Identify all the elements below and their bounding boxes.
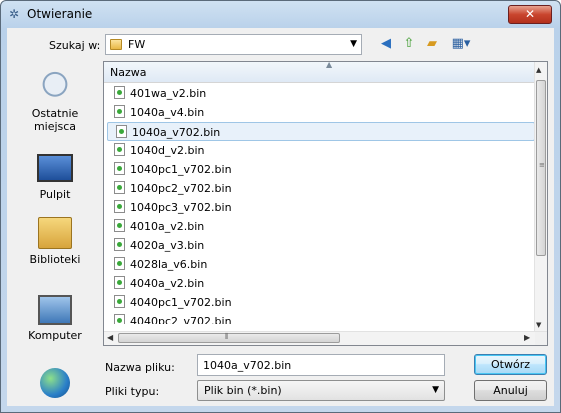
- computer-icon: [38, 295, 72, 325]
- open-button[interactable]: Otwórz: [474, 354, 547, 375]
- grip-icon: ⦀: [225, 332, 229, 341]
- dialog-title: Otwieranie: [27, 7, 93, 21]
- filetype-label: Pliki typu:: [105, 385, 160, 398]
- vertical-scrollbar[interactable]: ▲ ≡ ▼: [534, 62, 547, 332]
- file-name: 1040pc2_v702.bin: [130, 182, 232, 195]
- view-menu-icon[interactable]: ▦▾: [448, 35, 474, 53]
- place-libraries[interactable]: Biblioteki: [11, 217, 99, 266]
- file-row[interactable]: 4010a_v2.bin: [106, 217, 534, 235]
- bin-file-icon: [116, 125, 127, 138]
- place-label: Komputer: [28, 329, 82, 342]
- column-header-label: Nazwa: [110, 66, 147, 79]
- file-row[interactable]: 4040a_v2.bin: [106, 274, 534, 292]
- file-name: 4040pc2_v702.bin: [130, 315, 232, 324]
- look-in-combobox[interactable]: FW ▼: [105, 34, 362, 55]
- place-label: Biblioteki: [29, 253, 81, 266]
- place-desktop[interactable]: Pulpit: [11, 148, 99, 201]
- place-label: Ostatnie miejsca: [31, 107, 79, 133]
- new-folder-icon[interactable]: ▰: [423, 35, 441, 53]
- places-bar: Ostatnie miejsca Pulpit Biblioteki Kompu…: [11, 61, 99, 406]
- bin-file-icon: [114, 276, 125, 289]
- libraries-icon: [38, 217, 72, 249]
- file-name: 401wa_v2.bin: [130, 87, 207, 100]
- chevron-down-icon: ▼: [350, 39, 357, 49]
- file-name: 4028la_v6.bin: [130, 258, 208, 271]
- bin-file-icon: [114, 200, 125, 213]
- bin-file-icon: [114, 295, 125, 308]
- vertical-scroll-thumb[interactable]: ≡: [536, 80, 546, 256]
- file-row[interactable]: 4040pc1_v702.bin: [106, 293, 534, 311]
- grip-icon: ≡: [539, 161, 545, 169]
- file-row[interactable]: 1040a_v4.bin: [106, 103, 534, 121]
- bin-file-icon: [114, 86, 125, 99]
- file-name: 1040pc3_v702.bin: [130, 201, 232, 214]
- file-row[interactable]: 1040pc3_v702.bin: [106, 198, 534, 216]
- bin-file-icon: [114, 105, 125, 118]
- bin-file-icon: [114, 181, 125, 194]
- file-row[interactable]: 4040pc2_v702.bin: [106, 312, 534, 324]
- title-bar: ✲ Otwieranie ✕: [1, 1, 560, 28]
- chevron-down-icon: ▼: [432, 385, 439, 395]
- file-row[interactable]: 1040pc2_v702.bin: [106, 179, 534, 197]
- file-name: 1040pc1_v702.bin: [130, 163, 232, 176]
- bin-file-icon: [114, 162, 125, 175]
- file-row[interactable]: 401wa_v2.bin: [106, 84, 534, 102]
- file-rows: 401wa_v2.bin 1040a_v4.bin 1040a_v702.bin 10…: [106, 84, 534, 324]
- up-folder-icon[interactable]: ⇧: [400, 35, 418, 53]
- bin-file-icon: [114, 219, 125, 232]
- recent-places-icon: [38, 69, 72, 103]
- bin-file-icon: [114, 238, 125, 251]
- filename-input[interactable]: [197, 354, 445, 376]
- file-name: 1040a_v4.bin: [130, 106, 205, 119]
- network-icon: [40, 368, 70, 398]
- filename-label: Nazwa pliku:: [105, 361, 175, 374]
- file-row[interactable]: 1040a_v702.bin: [107, 122, 534, 141]
- filetype-select[interactable]: Plik bin (*.bin) ▼: [197, 380, 445, 401]
- horizontal-scrollbar[interactable]: ◀ ⦀ ▶: [104, 331, 547, 345]
- horizontal-scroll-thumb[interactable]: ⦀: [118, 332, 340, 343]
- place-network[interactable]: [11, 368, 99, 402]
- dialog-client: Szukaj w: FW ▼ ◀ ⇧ ▰ ▦▾ Ostatnie miejsca…: [7, 28, 554, 406]
- place-computer[interactable]: Komputer: [11, 291, 99, 342]
- open-dialog: ✲ Otwieranie ✕ Szukaj w: FW ▼ ◀ ⇧ ▰ ▦▾ O…: [0, 0, 561, 413]
- place-label: Pulpit: [39, 188, 71, 201]
- look-in-value: FW: [128, 38, 146, 51]
- column-header-name[interactable]: ▲ Nazwa: [104, 60, 536, 83]
- scroll-up-icon[interactable]: ▲: [536, 66, 541, 74]
- file-name: 1040d_v2.bin: [130, 144, 205, 157]
- file-name: 4040a_v2.bin: [130, 277, 205, 290]
- close-button[interactable]: ✕: [508, 5, 552, 24]
- file-row[interactable]: 1040d_v2.bin: [106, 141, 534, 159]
- sort-ascending-icon: ▲: [326, 60, 333, 69]
- file-row[interactable]: 4020a_v3.bin: [106, 236, 534, 254]
- bin-file-icon: [114, 314, 125, 324]
- file-list[interactable]: ▲ Nazwa 401wa_v2.bin 1040a_v4.bin 1040a_v7…: [103, 60, 548, 346]
- scroll-right-icon[interactable]: ▶: [524, 333, 530, 342]
- cancel-button[interactable]: Anuluj: [474, 380, 547, 401]
- file-row[interactable]: 4028la_v6.bin: [106, 255, 534, 273]
- back-icon[interactable]: ◀: [377, 35, 395, 53]
- close-icon: ✕: [524, 7, 536, 21]
- bin-file-icon: [114, 143, 125, 156]
- scrollbar-corner: [535, 332, 547, 345]
- scroll-left-icon[interactable]: ◀: [107, 333, 113, 342]
- filetype-value: Plik bin (*.bin): [204, 384, 282, 397]
- file-row[interactable]: 1040pc1_v702.bin: [106, 160, 534, 178]
- file-name: 4020a_v3.bin: [130, 239, 205, 252]
- file-name: 4040pc1_v702.bin: [130, 296, 232, 309]
- scroll-down-icon[interactable]: ▼: [536, 321, 541, 329]
- look-in-label: Szukaj w:: [49, 39, 101, 52]
- desktop-icon: [37, 154, 73, 182]
- place-recent[interactable]: Ostatnie miejsca: [11, 69, 99, 133]
- bin-file-icon: [114, 257, 125, 270]
- dialog-icon: ✲: [8, 7, 20, 21]
- file-name: 4010a_v2.bin: [130, 220, 205, 233]
- file-name: 1040a_v702.bin: [132, 126, 221, 139]
- folder-icon: [110, 39, 122, 50]
